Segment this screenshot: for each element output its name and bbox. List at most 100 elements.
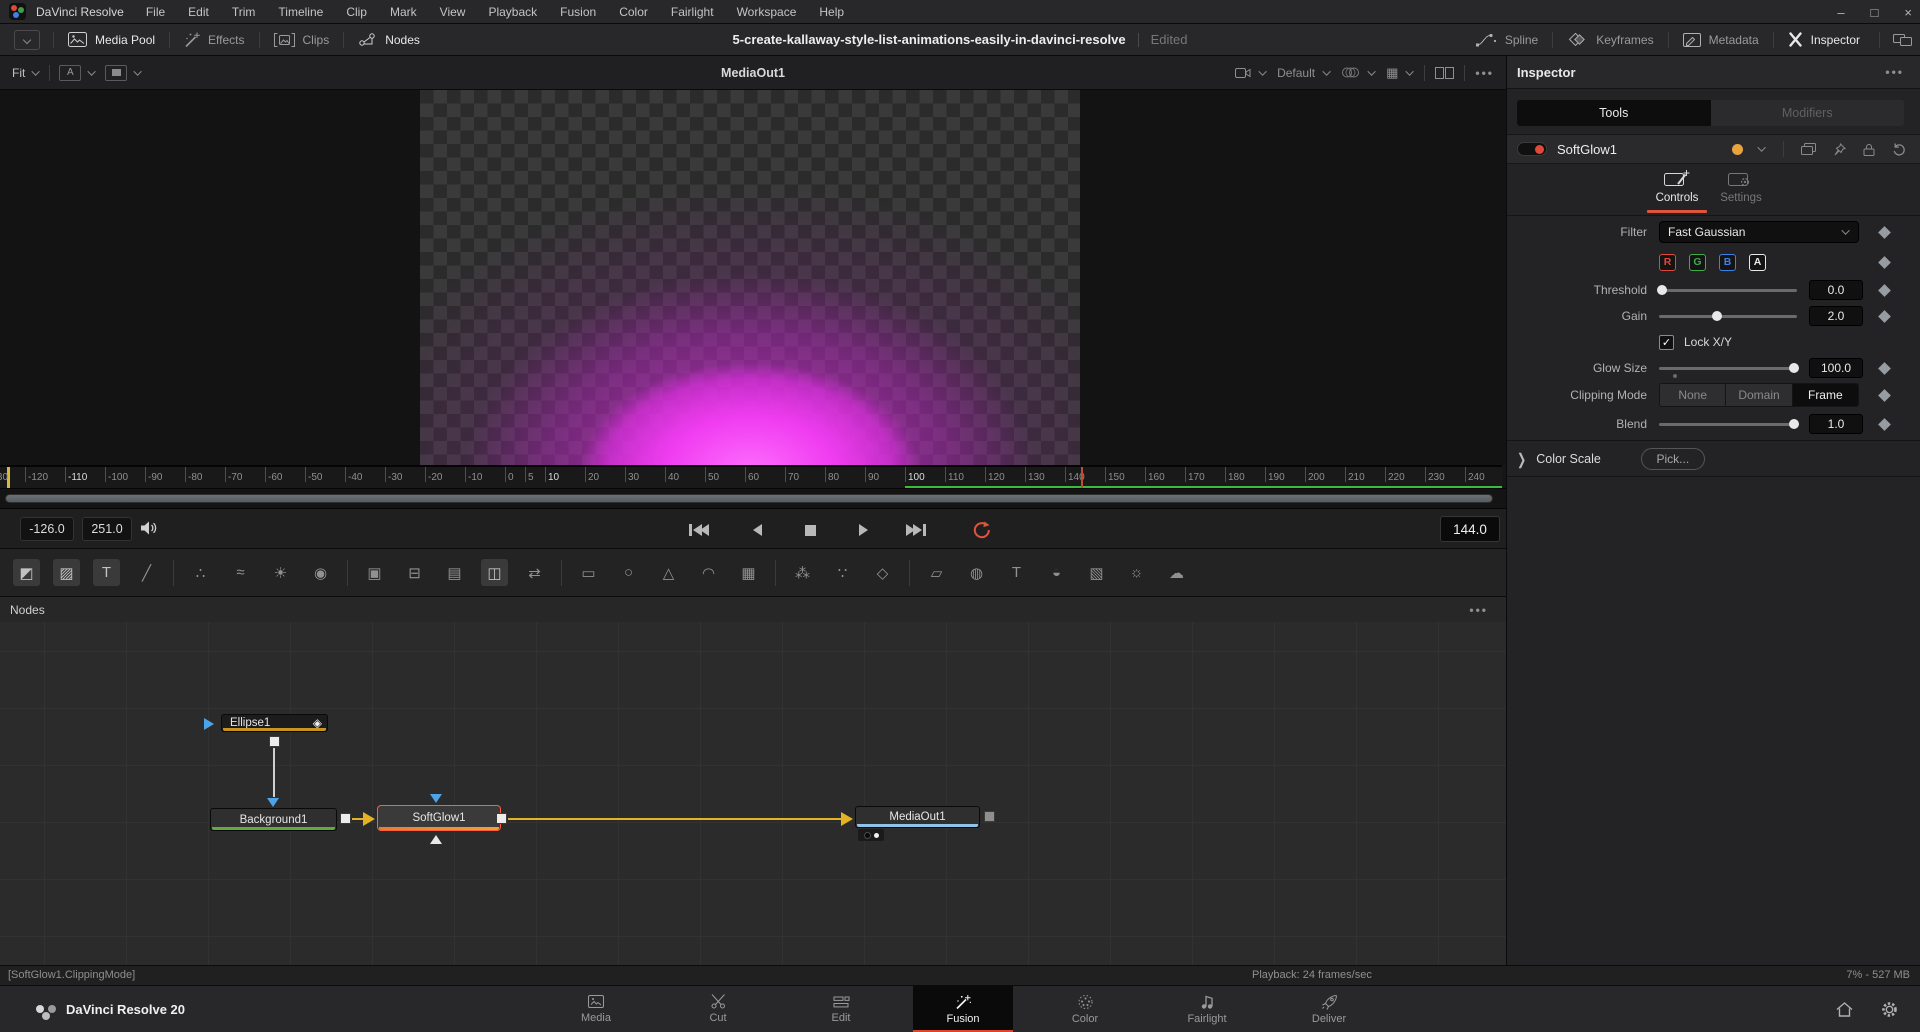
filter-keyframe-icon[interactable]: [1878, 226, 1891, 239]
ellipse1-output-connector[interactable]: [269, 736, 280, 747]
channel-g-button[interactable]: G: [1689, 254, 1706, 271]
channel-chevron-icon[interactable]: [88, 67, 96, 75]
merge-tool-icon[interactable]: ▣: [361, 559, 388, 586]
project-manager-icon[interactable]: [1836, 1002, 1853, 1017]
global-end-field[interactable]: 251.0: [82, 517, 132, 541]
threshold-value-field[interactable]: 0.0: [1809, 280, 1863, 300]
subtab-controls[interactable]: Controls: [1645, 170, 1709, 213]
menu-trim[interactable]: Trim: [232, 5, 256, 19]
blend-slider[interactable]: [1659, 423, 1797, 426]
panel-expander-button[interactable]: [14, 30, 40, 50]
reset-icon[interactable]: [1892, 143, 1906, 156]
minimize-button[interactable]: –: [1837, 5, 1844, 20]
viewer-canvas[interactable]: [0, 90, 1506, 465]
bspline-mask-tool-icon[interactable]: ◠: [695, 559, 722, 586]
mediaout1-output-connector[interactable]: [984, 811, 995, 822]
loop-button[interactable]: [962, 519, 1002, 541]
filter-dropdown[interactable]: Fast Gaussian: [1659, 221, 1859, 243]
color-wheels-icon[interactable]: [1341, 66, 1360, 79]
toolbar-inspector-button[interactable]: Inspector: [1774, 24, 1874, 55]
clipping-mode-domain-button[interactable]: Domain: [1726, 384, 1792, 406]
gain-slider[interactable]: [1659, 315, 1797, 318]
project-settings-gear-icon[interactable]: [1881, 1001, 1898, 1018]
node-enable-toggle[interactable]: [1517, 142, 1547, 156]
dual-screen-icon[interactable]: [1893, 33, 1912, 47]
fill-view-button[interactable]: [105, 65, 127, 81]
matte-control-tool-icon[interactable]: ▤: [441, 559, 468, 586]
timeline-scrollbar[interactable]: [0, 488, 1506, 508]
toolbar-media-pool-button[interactable]: Media Pool: [54, 24, 169, 55]
background-tool-icon[interactable]: ◩: [13, 559, 40, 586]
renderer-3d-tool-icon[interactable]: ☁: [1163, 559, 1190, 586]
particle-render-tool-icon[interactable]: ◇: [869, 559, 896, 586]
node-graph[interactable]: Ellipse1 ◈ Background1 SoftGlow1 MediaOu…: [0, 622, 1506, 965]
viewer-options-menu[interactable]: •••: [1475, 66, 1494, 80]
menu-file[interactable]: File: [146, 5, 165, 19]
page-color[interactable]: Color: [1035, 986, 1135, 1032]
page-cut[interactable]: Cut: [668, 986, 768, 1032]
threshold-slider[interactable]: [1659, 289, 1797, 292]
blend-keyframe-icon[interactable]: [1878, 418, 1891, 431]
global-start-field[interactable]: -126.0: [20, 517, 74, 541]
gain-value-field[interactable]: 2.0: [1809, 306, 1863, 326]
text-tool-icon[interactable]: T: [93, 559, 120, 586]
current-frame-field[interactable]: 144.0: [1440, 516, 1500, 542]
spot-light-tool-icon[interactable]: ☼: [1123, 559, 1150, 586]
zoom-select[interactable]: Fit: [12, 66, 25, 80]
menu-mark[interactable]: Mark: [390, 5, 417, 19]
menu-edit[interactable]: Edit: [188, 5, 209, 19]
camera-icon[interactable]: [1235, 67, 1251, 79]
fill-chevron-icon[interactable]: [134, 67, 142, 75]
menu-fusion[interactable]: Fusion: [560, 5, 596, 19]
page-media[interactable]: Media: [546, 986, 646, 1032]
brightness-contrast-tool-icon[interactable]: ☀: [267, 559, 294, 586]
node-background1[interactable]: Background1: [210, 808, 337, 831]
channel-a-button[interactable]: A: [1749, 254, 1766, 271]
close-button[interactable]: ×: [1904, 5, 1912, 20]
grid-chevron-icon[interactable]: [1406, 67, 1414, 75]
menu-fairlight[interactable]: Fairlight: [671, 5, 714, 19]
audio-mute-icon[interactable]: [140, 520, 159, 536]
gain-keyframe-icon[interactable]: [1878, 310, 1891, 323]
lut-select[interactable]: Default: [1277, 66, 1315, 80]
zoom-chevron-icon[interactable]: [32, 67, 40, 75]
camera-chevron-icon[interactable]: [1258, 67, 1266, 75]
play-button[interactable]: [846, 519, 880, 541]
node-mediaout1[interactable]: MediaOut1: [855, 806, 980, 828]
paint-tool-icon[interactable]: ╱: [133, 559, 160, 586]
color-corrector-tool-icon[interactable]: ∴: [187, 559, 214, 586]
pin-icon[interactable]: [1833, 143, 1846, 156]
particle-emitter-tool-icon[interactable]: ⁂: [789, 559, 816, 586]
page-deliver[interactable]: Deliver: [1279, 986, 1379, 1032]
menu-clip[interactable]: Clip: [346, 5, 367, 19]
node-color-swatch[interactable]: [1732, 144, 1743, 155]
menu-help[interactable]: Help: [819, 5, 844, 19]
clipping-mode-frame-button[interactable]: Frame: [1793, 384, 1858, 406]
color-scale-expand-icon[interactable]: ❯: [1517, 450, 1526, 468]
toolbar-metadata-button[interactable]: Metadata: [1669, 24, 1773, 55]
timeline-scrollbar-thumb[interactable]: [5, 494, 1493, 503]
particle-merge-tool-icon[interactable]: ∵: [829, 559, 856, 586]
subtab-settings[interactable]: Settings: [1709, 170, 1773, 204]
menu-view[interactable]: View: [440, 5, 466, 19]
tab-tools[interactable]: Tools: [1517, 100, 1711, 126]
toolbar-spline-button[interactable]: Spline: [1462, 24, 1552, 55]
lut-chevron-icon[interactable]: [1322, 67, 1330, 75]
background1-output-connector[interactable]: [340, 813, 351, 824]
lock-icon[interactable]: [1863, 143, 1875, 156]
channel-b-button[interactable]: B: [1719, 254, 1736, 271]
toolbar-keyframes-button[interactable]: Keyframes: [1553, 24, 1667, 55]
rectangle-mask-tool-icon[interactable]: ▭: [575, 559, 602, 586]
transform-tool-icon[interactable]: ⇄: [521, 559, 548, 586]
shape-3d-tool-icon[interactable]: ◍: [963, 559, 990, 586]
menu-playback[interactable]: Playback: [488, 5, 537, 19]
threshold-keyframe-icon[interactable]: [1878, 284, 1891, 297]
copy-settings-icon[interactable]: [1801, 143, 1816, 156]
play-reverse-button[interactable]: [740, 519, 774, 541]
app-menu[interactable]: DaVinci Resolve: [36, 5, 124, 19]
page-edit[interactable]: Edit: [791, 986, 891, 1032]
go-to-start-button[interactable]: [682, 519, 716, 541]
channels-keyframe-icon[interactable]: [1878, 256, 1891, 269]
node-ellipse1[interactable]: Ellipse1 ◈: [221, 714, 328, 732]
menu-timeline[interactable]: Timeline: [278, 5, 323, 19]
